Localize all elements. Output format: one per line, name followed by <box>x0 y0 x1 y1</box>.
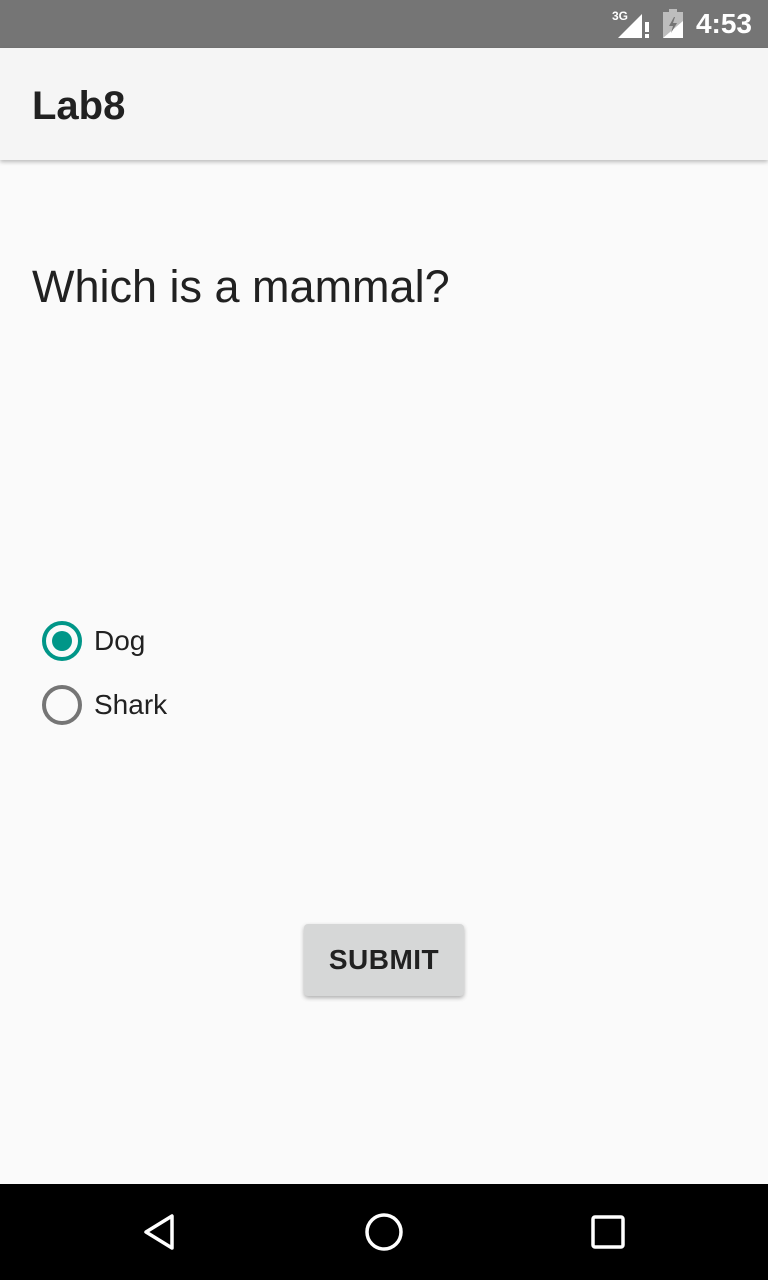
radio-option-dog[interactable]: Dog <box>42 618 145 664</box>
home-button[interactable] <box>352 1200 416 1264</box>
app-title: Lab8 <box>32 84 126 128</box>
radio-label-shark: Shark <box>94 689 168 720</box>
back-button[interactable] <box>128 1200 192 1264</box>
status-bar: 3G 4:53 <box>0 0 768 48</box>
home-icon <box>365 1213 403 1251</box>
app-bar: Lab8 <box>0 48 768 160</box>
radio-button-checked-icon[interactable] <box>42 621 82 661</box>
battery-icon <box>663 9 683 38</box>
radio-label-dog: Dog <box>94 625 146 656</box>
navigation-bar <box>0 1184 768 1280</box>
back-icon <box>144 1214 174 1250</box>
radio-option-shark[interactable]: Shark <box>42 682 167 728</box>
recents-button[interactable] <box>576 1200 640 1264</box>
radio-button-unchecked-icon[interactable] <box>42 685 82 725</box>
status-time: 4:53 <box>695 8 752 39</box>
submit-button[interactable]: SUBMIT <box>304 924 464 996</box>
signal-icon: 3G <box>612 9 649 38</box>
question-text: Which is a mammal? <box>32 261 450 312</box>
recents-icon <box>591 1215 625 1249</box>
network-type-label: 3G <box>612 9 628 23</box>
